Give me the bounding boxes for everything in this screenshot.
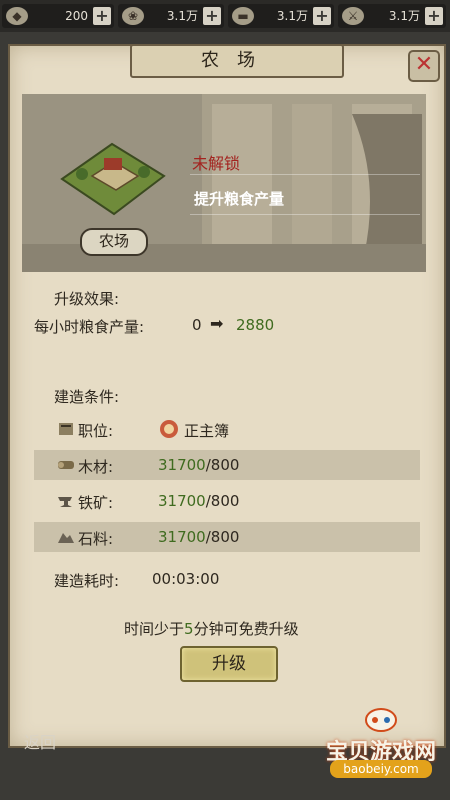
divider — [190, 214, 420, 215]
note-minutes: 5 — [184, 620, 194, 638]
condition-label: 铁矿: — [78, 494, 114, 512]
unlock-status: 未解锁 — [192, 154, 241, 173]
anvil-icon — [58, 497, 72, 507]
effects-heading: 升级效果: — [54, 290, 120, 308]
building-preview: 农场 未解锁 提升粮食产量 — [22, 94, 426, 272]
resource-bar: ◆ 200 + ❀ 3.1万 + ▬ 3.1万 + ⚔ 3.1万 + — [0, 0, 450, 32]
panel-title: 农场 — [130, 44, 344, 78]
upgrade-button[interactable]: 升级 — [180, 646, 278, 682]
effect-from-value: 0 — [192, 316, 202, 334]
build-time-label: 建造耗时: — [54, 572, 120, 590]
add-troops-button[interactable]: + — [425, 7, 443, 25]
gamepad-logo-icon — [365, 708, 397, 732]
condition-row-stone: 石料: 31700/800 — [34, 522, 420, 552]
divider — [190, 174, 420, 175]
stone-need: /800 — [205, 528, 240, 546]
condition-label: 木材: — [78, 458, 114, 476]
condition-row-iron: 铁矿: 31700/800 — [34, 486, 420, 516]
rank-badge-icon — [160, 420, 178, 438]
effect-label: 每小时粮食产量: — [34, 318, 145, 336]
gold-value: 200 — [65, 9, 88, 23]
anvil-icon: ▬ — [232, 7, 254, 25]
grain-resource: ❀ 3.1万 + — [118, 4, 224, 28]
grain-icon: ❀ — [122, 7, 144, 25]
note-text: 时间少于 — [124, 620, 185, 638]
condition-row-rank: 职位: 正主簿 — [34, 414, 420, 444]
add-grain-button[interactable]: + — [203, 7, 221, 25]
gold-resource: ◆ 200 + — [2, 4, 114, 28]
building-name-badge: 农场 — [80, 228, 148, 256]
stone-icon — [58, 533, 74, 543]
add-gold-button[interactable]: + — [93, 7, 111, 25]
rank-value: 正主簿 — [184, 422, 230, 440]
add-iron-button[interactable]: + — [313, 7, 331, 25]
grain-value: 3.1万 — [166, 9, 198, 23]
effect-to-value: 2880 — [236, 316, 275, 334]
iron-value: 3.1万 — [276, 9, 308, 23]
arrow-right-icon: ➡ — [210, 314, 224, 333]
watermark-url: baobeiy.com — [330, 760, 432, 778]
condition-row-wood: 木材: 31700/800 — [34, 450, 420, 480]
conditions-heading: 建造条件: — [54, 388, 120, 406]
stone-have: 31700 — [158, 528, 206, 546]
close-icon: ✕ — [414, 52, 434, 77]
wood-need: /800 — [205, 456, 240, 474]
condition-label: 职位: — [78, 422, 114, 440]
wood-icon — [58, 461, 74, 469]
condition-label: 石料: — [78, 530, 114, 548]
iron-need: /800 — [205, 492, 240, 510]
site-watermark: 宝贝游戏网 baobeiy.com — [318, 704, 444, 782]
wood-have: 31700 — [158, 456, 206, 474]
scroll-icon — [59, 423, 73, 435]
building-panel: 农场 ✕ 农场 未解锁 提升粮食产量 升级效果: 每小时粮食产量: 0 ➡ 28… — [8, 44, 446, 748]
close-button[interactable]: ✕ — [408, 50, 440, 82]
ingot-icon: ◆ — [6, 7, 28, 25]
farm-building-icon — [60, 142, 166, 216]
iron-resource: ▬ 3.1万 + — [228, 4, 334, 28]
troops-value: 3.1万 — [388, 9, 420, 23]
free-upgrade-note: 时间少于5分钟可免费升级 — [124, 618, 299, 639]
troops-resource: ⚔ 3.1万 + — [338, 4, 446, 28]
sword-icon: ⚔ — [342, 7, 364, 25]
back-button[interactable]: 返回 — [4, 728, 104, 758]
note-text: 分钟可免费升级 — [193, 620, 299, 638]
building-description: 提升粮食产量 — [194, 190, 285, 208]
iron-have: 31700 — [158, 492, 206, 510]
build-time-value: 00:03:00 — [152, 570, 220, 588]
